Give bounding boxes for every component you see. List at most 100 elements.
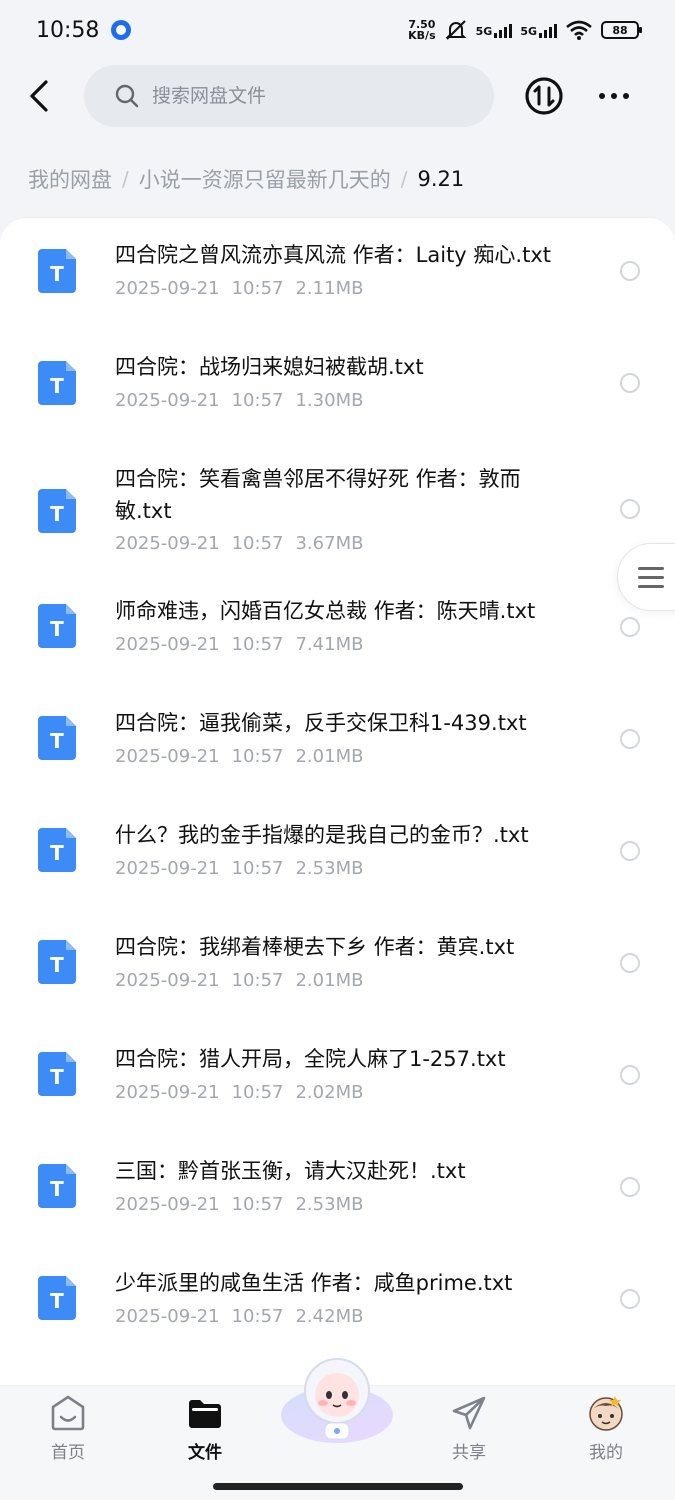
signal-bars-icon xyxy=(539,22,557,38)
search-box[interactable] xyxy=(84,65,494,127)
file-date: 2025-09-21 xyxy=(115,634,220,655)
file-meta: 2025-09-21 10:57 2.01MB xyxy=(115,746,363,767)
text-file-icon: T xyxy=(38,249,76,293)
file-size: 2.11MB xyxy=(295,278,364,299)
file-size: 2.53MB xyxy=(295,858,364,879)
select-checkbox[interactable] xyxy=(620,1289,640,1309)
text-file-icon: T xyxy=(38,361,76,405)
file-size: 2.01MB xyxy=(295,746,364,767)
select-checkbox[interactable] xyxy=(620,1177,640,1197)
file-icon-letter: T xyxy=(50,374,64,398)
network-speed-unit: KB/s xyxy=(408,29,436,42)
file-date: 2025-09-21 xyxy=(115,746,220,767)
file-time: 10:57 xyxy=(231,390,284,411)
file-row[interactable]: T 四合院：我绑着棒梗去下乡 作者：黄宾.txt 2025-09-21 10:5… xyxy=(0,921,675,1033)
file-size: 1.30MB xyxy=(295,390,364,411)
avatar-icon xyxy=(589,1396,623,1431)
nav-label-home: 首页 xyxy=(51,1443,85,1463)
more-options-icon[interactable] xyxy=(594,82,634,110)
transfer-list-icon[interactable] xyxy=(524,76,564,116)
nav-label-share: 共享 xyxy=(452,1443,486,1463)
file-row[interactable]: T 四合院：笑看禽兽邻居不得好死 作者：敦而敏.txt 2025-09-21 1… xyxy=(0,442,675,585)
file-row[interactable]: T 少年派里的咸鱼生活 作者：咸鱼prime.txt 2025-09-21 10… xyxy=(0,1257,675,1369)
breadcrumb: 我的网盘 / 小说一资源只留最新几天的 / 9.21 xyxy=(28,160,464,198)
select-checkbox[interactable] xyxy=(620,841,640,861)
network-speed: 7.50 KB/s xyxy=(408,19,435,41)
file-time: 10:57 xyxy=(231,1306,284,1327)
file-name: 四合院：战场归来媳妇被截胡.txt xyxy=(115,355,424,379)
ai-assistant-mascot-icon[interactable] xyxy=(279,1355,395,1445)
file-size: 7.41MB xyxy=(295,634,364,655)
bell-mute-icon xyxy=(445,20,467,40)
signal-2: 5G xyxy=(520,22,557,38)
select-checkbox[interactable] xyxy=(620,499,640,519)
nav-item-mine[interactable]: 我的 xyxy=(561,1394,651,1463)
file-row[interactable]: T 什么？我的金手指爆的是我自己的金币？.txt 2025-09-21 10:5… xyxy=(0,809,675,921)
select-checkbox[interactable] xyxy=(620,953,640,973)
select-checkbox[interactable] xyxy=(620,261,640,281)
file-meta: 2025-09-21 10:57 2.02MB xyxy=(115,1082,363,1103)
file-meta: 2025-09-21 10:57 3.67MB xyxy=(115,533,363,554)
file-date: 2025-09-21 xyxy=(115,390,220,411)
file-icon-letter: T xyxy=(50,617,64,641)
search-icon xyxy=(115,84,139,108)
file-date: 2025-09-21 xyxy=(115,1082,220,1103)
breadcrumb-separator: / xyxy=(400,167,408,191)
file-icon-letter: T xyxy=(50,729,64,753)
file-date: 2025-09-21 xyxy=(115,1194,220,1215)
top-bar xyxy=(0,62,675,130)
breadcrumb-item-root[interactable]: 我的网盘 xyxy=(28,164,112,194)
file-meta: 2025-09-21 10:57 2.11MB xyxy=(115,278,363,299)
file-size: 2.53MB xyxy=(295,1194,364,1215)
file-time: 10:57 xyxy=(231,278,284,299)
select-checkbox[interactable] xyxy=(620,373,640,393)
file-size: 3.67MB xyxy=(295,533,364,554)
baidu-netdisk-notification-icon xyxy=(111,20,132,40)
breadcrumb-item-current: 9.21 xyxy=(417,167,465,191)
file-size: 2.02MB xyxy=(295,1082,364,1103)
file-name: 四合院之曾风流亦真风流 作者：Laity 痴心.txt xyxy=(115,243,551,267)
file-meta: 2025-09-21 10:57 2.42MB xyxy=(115,1306,363,1327)
nav-item-home[interactable]: 首页 xyxy=(23,1394,113,1463)
file-row[interactable]: T 四合院之曾风流亦真风流 作者：Laity 痴心.txt 2025-09-21… xyxy=(0,218,675,330)
file-row[interactable]: T 四合院：战场归来媳妇被截胡.txt 2025-09-21 10:57 1.3… xyxy=(0,330,675,442)
text-file-icon: T xyxy=(38,1164,76,1208)
nav-item-files[interactable]: 文件 xyxy=(160,1394,250,1463)
text-file-icon: T xyxy=(38,1052,76,1096)
nav-label-files: 文件 xyxy=(188,1443,222,1463)
file-row[interactable]: T 三国：黔首张玉衡，请大汉赴死！.txt 2025-09-21 10:57 2… xyxy=(0,1145,675,1257)
file-list: T 四合院之曾风流亦真风流 作者：Laity 痴心.txt 2025-09-21… xyxy=(0,218,675,1388)
signal-bars-icon xyxy=(494,22,513,38)
nav-item-share[interactable]: 共享 xyxy=(424,1394,514,1463)
text-file-icon: T xyxy=(38,716,76,760)
select-checkbox[interactable] xyxy=(620,1065,640,1085)
share-send-icon xyxy=(452,1396,486,1430)
select-checkbox[interactable] xyxy=(620,729,640,749)
file-name: 四合院：猎人开局，全院人麻了1-257.txt xyxy=(115,1047,506,1071)
home-indicator[interactable] xyxy=(213,1483,463,1490)
file-icon-letter: T xyxy=(50,1177,64,1201)
text-file-icon: T xyxy=(38,828,76,872)
file-row[interactable]: T 四合院：逼我偷菜，反手交保卫科1-439.txt 2025-09-21 10… xyxy=(0,697,675,809)
search-input[interactable] xyxy=(152,85,452,107)
breadcrumb-separator: / xyxy=(122,167,129,191)
file-name: 少年派里的咸鱼生活 作者：咸鱼prime.txt xyxy=(115,1271,513,1295)
status-right: 7.50 KB/s 5G 5G 88 xyxy=(408,18,642,42)
file-icon-letter: T xyxy=(50,841,64,865)
battery-icon: 88 xyxy=(601,21,642,39)
file-name: 四合院：逼我偷菜，反手交保卫科1-439.txt xyxy=(115,711,527,735)
file-time: 10:57 xyxy=(231,970,284,991)
breadcrumb-item-folder[interactable]: 小说一资源只留最新几天的 xyxy=(139,164,391,194)
select-checkbox[interactable] xyxy=(620,617,640,637)
text-file-icon: T xyxy=(38,604,76,648)
file-date: 2025-09-21 xyxy=(115,970,220,991)
file-date: 2025-09-21 xyxy=(115,1306,220,1327)
nav-label-mine: 我的 xyxy=(589,1443,623,1463)
back-arrow-icon[interactable] xyxy=(22,76,62,116)
file-row[interactable]: T 四合院：猎人开局，全院人麻了1-257.txt 2025-09-21 10:… xyxy=(0,1033,675,1145)
file-icon-letter: T xyxy=(50,1289,64,1313)
file-row[interactable]: T 师命难违，闪婚百亿女总裁 作者：陈天晴.txt 2025-09-21 10:… xyxy=(0,585,675,697)
file-date: 2025-09-21 xyxy=(115,278,220,299)
file-name: 四合院：笑看禽兽邻居不得好死 作者：敦而敏.txt xyxy=(115,467,521,523)
file-size: 2.01MB xyxy=(295,970,364,991)
